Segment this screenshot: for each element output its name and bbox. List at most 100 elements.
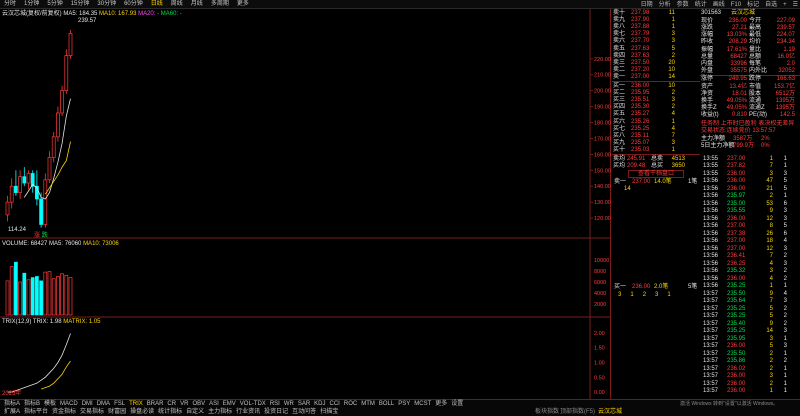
indicator-tab[interactable]: MCST [412, 401, 433, 407]
candle[interactable] [30, 170, 35, 193]
buy-order-row[interactable]: 买六 235.26 1 [613, 118, 699, 125]
candle[interactable] [64, 49, 69, 94]
watchlist-button[interactable]: 自选 [765, 2, 777, 8]
indicator-tab[interactable]: WR [282, 401, 296, 407]
indicator-tab[interactable]: FSL [112, 401, 127, 407]
tick-list[interactable]: 13:55 237.00 1 1 13:55 237.82 7 1 13:55 236.00 3 3 1… [700, 155, 800, 400]
indicator-tab[interactable]: 模板 [42, 401, 58, 407]
sell-order-row[interactable]: 卖十 237.98 11 [613, 9, 699, 16]
stats-button[interactable]: 统计 [695, 2, 707, 8]
indicator-tab[interactable]: BRAR [145, 401, 166, 407]
sell-order-row[interactable]: 卖二 237.20 10 [613, 67, 699, 74]
candle[interactable] [5, 195, 10, 222]
mark-button[interactable]: 标记 [747, 2, 759, 8]
period-tab-1min[interactable]: 1分钟 [20, 1, 43, 7]
candle[interactable] [26, 170, 31, 190]
candle[interactable] [60, 85, 64, 117]
chart-canvas[interactable]: 220.00 210.00 200.00 190.00 180.00 170.00 160.… [0, 9, 611, 399]
sell-order-row[interactable]: 卖三 237.50 20 [613, 59, 699, 66]
period-tab-30min[interactable]: 30分钟 [93, 1, 120, 7]
indicator-tab[interactable]: OBV [190, 401, 207, 407]
period-tab-15min[interactable]: 15分钟 [67, 1, 94, 7]
buy-order-row[interactable]: 买七 235.25 4 [613, 125, 699, 132]
buy-order-row[interactable]: 买三 235.51 3 [613, 96, 699, 103]
indicator-tab[interactable]: EMV [221, 401, 238, 407]
feature-tab[interactable]: 统计指标 [156, 409, 184, 415]
buy-order-row[interactable]: 买二 235.95 2 [613, 89, 699, 96]
period-tab-5min[interactable]: 5分钟 [43, 1, 66, 7]
indicator-tab[interactable]: 更多 [433, 401, 449, 407]
indicator-tab[interactable]: DMA [95, 401, 112, 407]
feature-tab[interactable]: 行业资讯 [234, 409, 262, 415]
indicator-tab[interactable]: ASI [207, 401, 221, 407]
indicator-tab[interactable]: 指标B [22, 401, 42, 407]
sell-order-row[interactable]: 卖四 237.63 2 [613, 52, 699, 59]
indicator-tab[interactable]: 设置 [449, 401, 465, 407]
buy-order-row[interactable]: 买一 236.00 10 [613, 82, 699, 89]
feature-tab[interactable]: 交易指标 [78, 409, 106, 415]
feature-tab[interactable]: 扩展A [2, 409, 22, 415]
buy-order-row[interactable]: 买四 235.30 2 [613, 104, 699, 111]
indicator-tab[interactable]: CCI [328, 401, 342, 407]
buy-order-row[interactable]: 买五 235.27 4 [613, 111, 699, 118]
feature-tab[interactable]: 指标平台 [22, 409, 50, 415]
indicator-tab[interactable]: 指标A [2, 401, 22, 407]
candle[interactable] [68, 30, 73, 59]
params-button[interactable]: 参数 [677, 2, 689, 8]
period-tab-monthly[interactable]: 月线 [187, 1, 207, 7]
sell-order-row[interactable]: 卖五 237.63 5 [613, 45, 699, 52]
buy-order-row[interactable]: 买十 235.03 1 [613, 147, 699, 154]
indicator-tab[interactable]: VR [178, 401, 190, 407]
period-tab-timeshare[interactable]: 分时 [0, 1, 20, 7]
candle[interactable] [22, 167, 27, 187]
feature-tab[interactable]: 互动问答 [290, 409, 318, 415]
indicator-tab[interactable]: DMI [80, 401, 95, 407]
candle[interactable] [14, 170, 18, 196]
sell-order-row[interactable]: 卖七 237.79 3 [613, 31, 699, 38]
indicator-tab[interactable]: SAR [296, 401, 312, 407]
indicator-tab[interactable]: MTM [359, 401, 377, 407]
candle[interactable] [47, 151, 52, 184]
candle[interactable] [9, 178, 14, 209]
period-tab-more[interactable]: 更多 [233, 1, 253, 7]
indicator-tab[interactable]: TRIX [127, 401, 145, 407]
feature-tab[interactable]: 资金指标 [50, 409, 78, 415]
period-tab-weekly[interactable]: 周线 [167, 1, 187, 7]
feature-tab[interactable]: 主力指标 [206, 409, 234, 415]
sell-order-row[interactable]: 卖六 237.70 3 [613, 38, 699, 45]
view-queue-button[interactable]: 查看千档盘口 [628, 170, 684, 178]
candle[interactable] [43, 173, 48, 228]
buy-order-row[interactable]: 买九 235.07 3 [613, 140, 699, 147]
indicator-tab[interactable]: KDJ [312, 401, 327, 407]
indicator-tab[interactable]: MACD [58, 401, 80, 407]
f10-button[interactable]: F10 [731, 2, 741, 8]
feature-tab[interactable]: 自定义 [184, 409, 206, 415]
feature-tab[interactable]: 财富园 [106, 409, 128, 415]
indicator-tab[interactable]: VOL-TDX [238, 401, 268, 407]
date-button[interactable]: 日期 [641, 2, 653, 8]
feature-tab[interactable]: 扫描宝 [318, 409, 340, 415]
candle[interactable] [56, 106, 60, 142]
indicator-tab[interactable]: BOLL [377, 401, 396, 407]
sell-order-row[interactable]: 卖九 237.90 1 [613, 16, 699, 23]
kline-chart-area[interactable]: 220.00 210.00 200.00 190.00 180.00 170.00 160.… [0, 9, 611, 399]
draw-line-button[interactable]: 画线 [713, 2, 725, 8]
indicator-tab[interactable]: RSI [268, 401, 282, 407]
indicator-tab[interactable]: PSY [396, 401, 412, 407]
add-icon[interactable]: + [783, 2, 787, 8]
indicator-tab[interactable]: ROC [342, 401, 359, 407]
period-tab-multi[interactable]: 多周期 [207, 1, 233, 7]
period-tab-60min[interactable]: 60分钟 [120, 1, 147, 7]
menu-icon[interactable]: ☰ [793, 2, 798, 8]
analysis-button[interactable]: 分析 [659, 2, 671, 8]
feature-tab[interactable]: 操盘必读 [128, 409, 156, 415]
buy-order-row[interactable]: 买八 235.11 7 [613, 132, 699, 139]
candle[interactable] [18, 170, 22, 199]
indicator-tab[interactable]: CR [165, 401, 178, 407]
candle[interactable] [51, 132, 56, 163]
tick-time: 13:57 [703, 380, 719, 387]
sell-order-row[interactable]: 卖一 237.00 14 [613, 74, 699, 81]
sell-order-row[interactable]: 卖八 237.88 1 [613, 23, 699, 30]
period-tab-daily[interactable]: 日线 [147, 1, 167, 7]
feature-tab[interactable]: 投资日记 [262, 409, 290, 415]
